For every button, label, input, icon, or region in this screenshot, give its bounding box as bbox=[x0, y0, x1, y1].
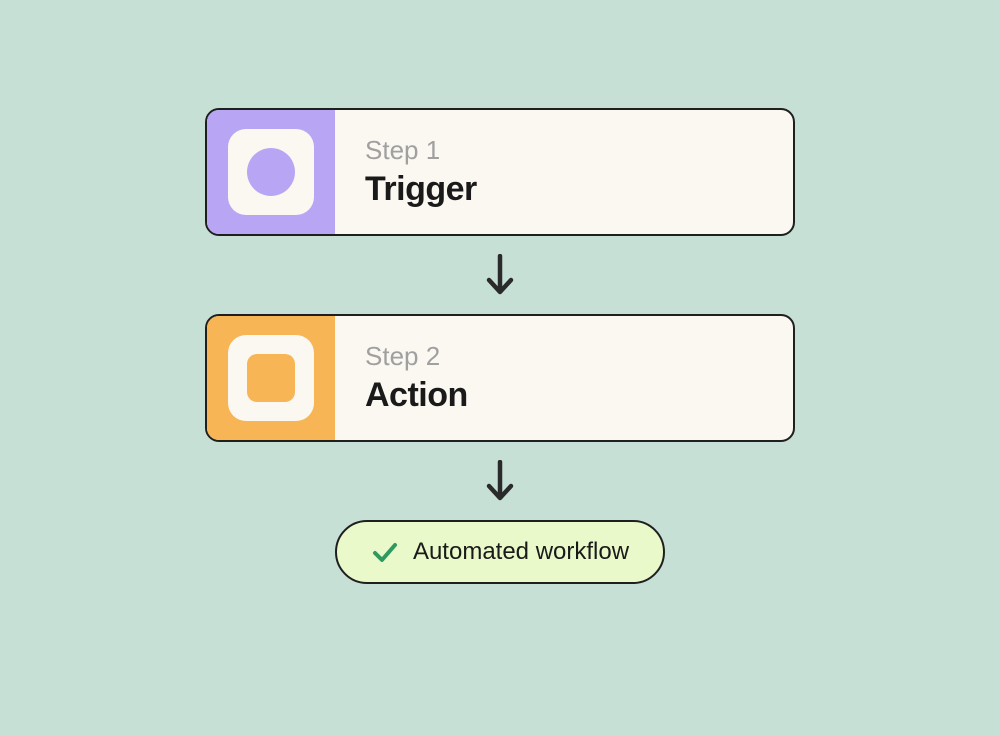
step-title: Trigger bbox=[365, 170, 477, 209]
step-text-trigger: Step 1 Trigger bbox=[335, 110, 477, 234]
arrow-down-icon bbox=[483, 254, 517, 296]
action-icon-tile bbox=[228, 335, 314, 421]
action-icon-slot bbox=[207, 316, 335, 440]
circle-icon bbox=[247, 148, 295, 196]
step-card-trigger: Step 1 Trigger bbox=[205, 108, 795, 236]
trigger-icon-slot bbox=[207, 110, 335, 234]
step-title: Action bbox=[365, 376, 468, 415]
step-card-action: Step 2 Action bbox=[205, 314, 795, 442]
result-pill: Automated workflow bbox=[335, 520, 665, 584]
check-icon bbox=[371, 538, 399, 566]
result-text: Automated workflow bbox=[413, 538, 629, 566]
square-icon bbox=[247, 354, 295, 402]
arrow-down-icon bbox=[483, 460, 517, 502]
trigger-icon-tile bbox=[228, 129, 314, 215]
step-label: Step 1 bbox=[365, 135, 477, 166]
step-text-action: Step 2 Action bbox=[335, 316, 468, 440]
step-label: Step 2 bbox=[365, 341, 468, 372]
